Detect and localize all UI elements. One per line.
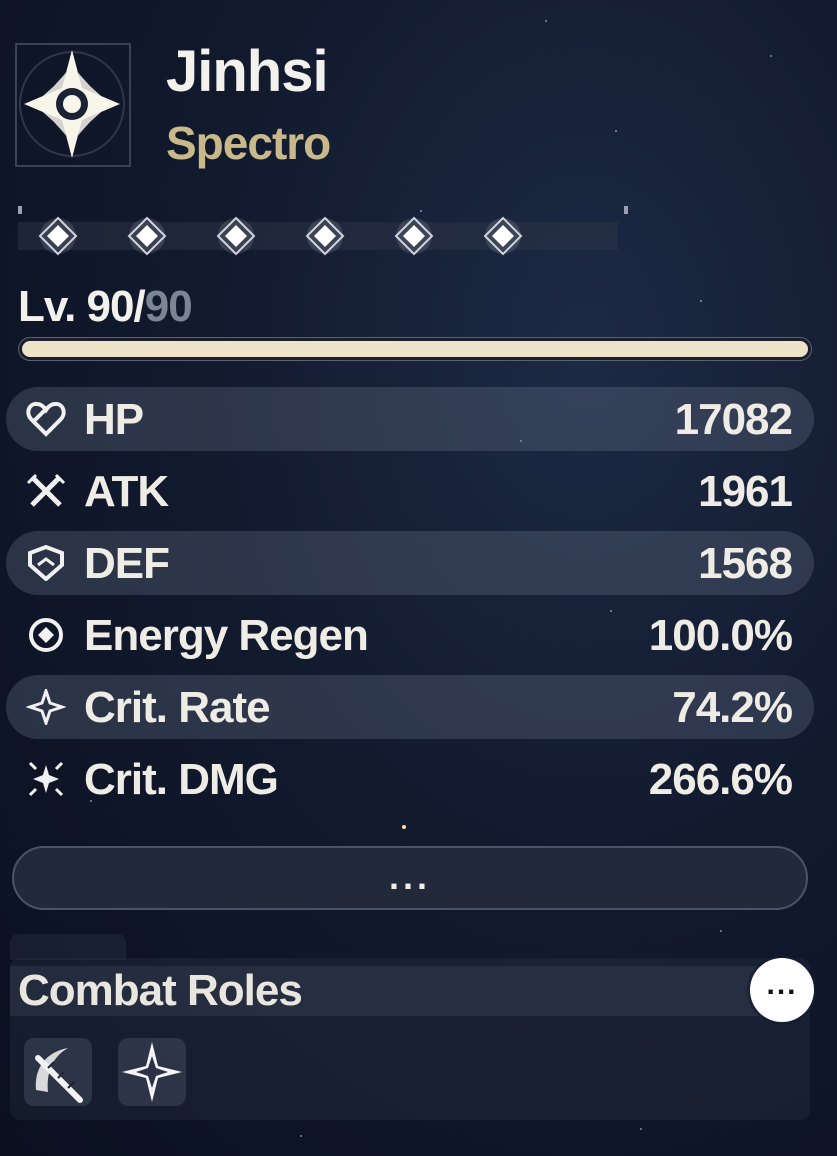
sequence-node-6[interactable] (483, 216, 523, 256)
sequence-node-3[interactable] (216, 216, 256, 256)
stat-value: 100.0% (648, 611, 793, 660)
stat-value: 266.6% (648, 755, 793, 804)
sequence-node-5[interactable] (394, 216, 434, 256)
stat-value: 74.2% (672, 683, 793, 732)
character-element: Spectro (166, 117, 331, 169)
heart-icon (26, 401, 66, 437)
sequence-node-1[interactable] (38, 216, 78, 256)
stat-label: HP (84, 395, 144, 444)
stat-row-energy-regen[interactable]: Energy Regen 100.0% (6, 603, 814, 667)
sparkle-role-icon[interactable] (118, 1038, 186, 1106)
combat-roles-info-button[interactable]: ... (750, 958, 814, 1022)
crit-rate-icon (25, 686, 67, 728)
level-prefix: Lv. (18, 282, 87, 331)
level-separator: / (133, 282, 145, 331)
more-stats-button[interactable]: ... (12, 846, 808, 910)
stat-label: Crit. DMG (84, 755, 279, 804)
stat-value: 1568 (698, 539, 793, 588)
sequence-node-4[interactable] (305, 216, 345, 256)
stat-row-def[interactable]: DEF 1568 (6, 531, 814, 595)
stat-label: Crit. Rate (84, 683, 271, 732)
combat-roles-tab (10, 934, 126, 960)
more-stats-label: ... (388, 856, 431, 897)
character-name: Jinhsi (166, 39, 329, 104)
stat-row-crit-dmg[interactable]: Crit. DMG 266.6% (6, 747, 814, 811)
stat-row-crit-rate[interactable]: Crit. Rate 74.2% (6, 675, 814, 739)
level-max: 90 (144, 282, 193, 331)
combat-roles-title: Combat Roles (18, 966, 303, 1015)
sequence-node-2[interactable] (127, 216, 167, 256)
spectro-element-emblem (14, 42, 132, 168)
blade-role-icon[interactable] (24, 1038, 92, 1106)
stat-row-hp[interactable]: HP 17082 (6, 387, 814, 451)
stat-label: DEF (84, 539, 170, 588)
level-progress-fill (22, 341, 808, 357)
stat-row-atk[interactable]: ATK 1961 (6, 459, 814, 523)
level-progress-bar (18, 337, 812, 361)
stat-value: 1961 (698, 467, 793, 516)
stat-label: ATK (84, 467, 169, 516)
stat-label: Energy Regen (84, 611, 369, 660)
level-current: 90 (86, 282, 135, 331)
shield-icon (26, 544, 66, 582)
info-button-label: ... (766, 968, 798, 1001)
stat-value: 17082 (674, 395, 793, 444)
crossed-swords-icon (26, 473, 66, 509)
crit-dmg-icon (26, 761, 66, 797)
character-level: Lv. 90/90 (18, 282, 193, 332)
energy-regen-icon (26, 617, 66, 653)
